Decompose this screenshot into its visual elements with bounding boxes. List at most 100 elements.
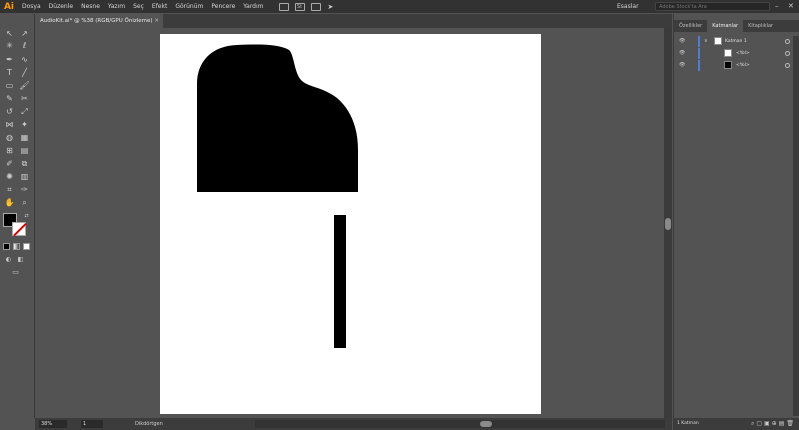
tools-panel: ↖ ↗ ✳ ℓ ✒ ∿ T ╱ ▭ 🖌 ✎ ✂ ↺ ⤢ ⋈ ✦ ◍ ▦ ⊞ ▤ …: [0, 14, 35, 418]
menu-object[interactable]: Nesne: [77, 0, 104, 13]
mesh-tool-icon[interactable]: ⊞: [4, 146, 15, 156]
stroke-color-swatch[interactable]: [12, 222, 26, 236]
layer-target-icon[interactable]: [785, 39, 790, 44]
vertical-scrollbar[interactable]: [664, 28, 672, 418]
swap-colors-icon[interactable]: ⇄: [21, 211, 32, 221]
lasso-tool-icon[interactable]: ℓ: [19, 41, 30, 51]
tab-libraries[interactable]: Kitaplıklar: [743, 20, 778, 32]
panel-tab-bar: Özellikler Katmanlar Kitaplıklar: [674, 20, 799, 32]
app-logo: Ai: [3, 1, 15, 12]
document-tab-bar: AudioKit.ai* @ %38 (RGB/GPU Önizleme) ✕: [35, 14, 672, 28]
layer-count: 1 Katman: [677, 421, 699, 426]
tab-close-icon[interactable]: ✕: [154, 14, 159, 28]
selection-tool-icon[interactable]: ↖: [4, 29, 15, 39]
scissors-tool-icon[interactable]: ✂: [19, 94, 30, 104]
type-tool-icon[interactable]: T: [4, 68, 15, 78]
workspace-switcher[interactable]: Esaslar: [617, 0, 639, 13]
pen-tool-icon[interactable]: ✒: [4, 55, 15, 65]
blend-tool-icon[interactable]: ⧉: [19, 159, 30, 169]
menu-type[interactable]: Yazım: [104, 0, 129, 13]
layer-row[interactable]: 👁 ∨ Katman 1: [674, 36, 792, 47]
eyedropper-tool-icon[interactable]: ✐: [4, 159, 15, 169]
path-target-icon[interactable]: [785, 51, 790, 56]
zoom-tool-icon[interactable]: ⌕: [19, 198, 30, 208]
status-tool-label: Dikdörtgen: [135, 421, 163, 427]
menu-window[interactable]: Pencere: [207, 0, 239, 13]
tab-layers[interactable]: Katmanlar: [707, 20, 744, 32]
visibility-eye-icon[interactable]: 👁: [679, 62, 686, 68]
layers-panel-footer: 1 Katman ⌕▢▣⊕▤🗑: [674, 418, 799, 430]
draw-inside-icon[interactable]: ◧: [15, 255, 26, 265]
layer-thumbnail: [714, 37, 722, 45]
stem-rectangle[interactable]: [334, 215, 346, 348]
layer-color-bar: [698, 60, 700, 71]
menu-effect[interactable]: Efekt: [148, 0, 171, 13]
visibility-eye-icon[interactable]: 👁: [679, 50, 686, 56]
layout-grid-icon[interactable]: [310, 2, 321, 11]
menu-view[interactable]: Görünüm: [171, 0, 207, 13]
visibility-eye-icon[interactable]: 👁: [679, 38, 686, 44]
gradient-mode-icon[interactable]: [13, 243, 20, 250]
symbol-sprayer-tool-icon[interactable]: ✺: [4, 172, 15, 182]
artboard-tool-icon[interactable]: ⌗: [4, 185, 15, 195]
screen-mode-icon[interactable]: ▭: [10, 267, 21, 277]
slice-tool-icon[interactable]: ✑: [19, 185, 30, 195]
perspective-grid-tool-icon[interactable]: ▦: [19, 133, 30, 143]
panel-scrollbar[interactable]: [793, 36, 799, 416]
artboard[interactable]: [160, 34, 541, 414]
horizontal-scrollbar-thumb[interactable]: [480, 421, 492, 427]
shaper-tool-icon[interactable]: ✎: [4, 94, 15, 104]
zoom-level-select[interactable]: 38%: [39, 420, 67, 428]
canvas[interactable]: [36, 28, 664, 418]
column-graph-tool-icon[interactable]: ▥: [19, 172, 30, 182]
rectangle-tool-icon[interactable]: ▭: [4, 81, 15, 91]
draw-mode-icon[interactable]: ◐: [3, 255, 14, 265]
sublayer-row[interactable]: 👁 <Yol>: [674, 60, 792, 71]
path-name[interactable]: <Yol>: [736, 51, 750, 56]
window-close-icon[interactable]: ✕: [788, 0, 794, 13]
width-tool-icon[interactable]: ⋈: [4, 120, 15, 130]
tab-properties[interactable]: Özellikler: [674, 20, 707, 32]
layer-color-bar: [698, 48, 700, 59]
sublayer-row[interactable]: 👁 <Yol>: [674, 48, 792, 59]
path-name[interactable]: <Yol>: [736, 63, 750, 68]
status-bar: 38% 1 Dikdörtgen: [35, 418, 672, 430]
none-mode-icon[interactable]: [23, 243, 30, 250]
cap-shape-path[interactable]: [197, 44, 359, 192]
send-icon[interactable]: ➤: [328, 3, 334, 11]
minimize-icon[interactable]: –: [775, 0, 779, 13]
gradient-tool-icon[interactable]: ▤: [19, 146, 30, 156]
menu-file[interactable]: Dosya: [18, 0, 45, 13]
panel-action-icons[interactable]: ⌕▢▣⊕▤🗑: [751, 418, 796, 430]
stock-search-input[interactable]: [659, 3, 759, 10]
layer-color-bar: [698, 36, 700, 47]
hand-tool-icon[interactable]: ✋: [4, 198, 15, 208]
menu-help[interactable]: Yardım: [239, 0, 267, 13]
color-mode-icon[interactable]: [3, 243, 10, 250]
stock-icon[interactable]: St: [294, 2, 305, 11]
path-thumbnail: [724, 49, 732, 57]
expand-chevron-icon[interactable]: ∨: [704, 38, 708, 44]
shape-builder-tool-icon[interactable]: ◍: [4, 133, 15, 143]
paintbrush-tool-icon[interactable]: 🖌: [19, 81, 30, 91]
menu-select[interactable]: Seç: [129, 0, 148, 13]
arrange-documents-icon[interactable]: [278, 2, 289, 11]
layer-name[interactable]: Katman 1: [725, 39, 747, 44]
rotate-tool-icon[interactable]: ↺: [4, 107, 15, 117]
stock-search[interactable]: [655, 2, 770, 11]
magic-wand-tool-icon[interactable]: ✳: [4, 41, 15, 51]
path-thumbnail: [724, 61, 732, 69]
curvature-tool-icon[interactable]: ∿: [19, 55, 30, 65]
puppet-warp-tool-icon[interactable]: ✦: [19, 120, 30, 130]
illustrator-window: Ai Dosya Düzenle Nesne Yazım Seç Efekt G…: [0, 0, 799, 430]
menu-edit[interactable]: Düzenle: [45, 0, 77, 13]
artboard-number-select[interactable]: 1: [81, 420, 103, 428]
scale-tool-icon[interactable]: ⤢: [19, 107, 30, 117]
path-target-icon[interactable]: [785, 63, 790, 68]
document-tab[interactable]: AudioKit.ai* @ %38 (RGB/GPU Önizleme) ✕: [35, 14, 163, 28]
line-tool-icon[interactable]: ╱: [19, 68, 30, 78]
direct-selection-tool-icon[interactable]: ↗: [19, 29, 30, 39]
vertical-scrollbar-thumb[interactable]: [665, 218, 671, 230]
horizontal-scrollbar[interactable]: [255, 420, 665, 428]
layers-panel: Özellikler Katmanlar Kitaplıklar 👁 ∨ Kat…: [673, 14, 799, 430]
